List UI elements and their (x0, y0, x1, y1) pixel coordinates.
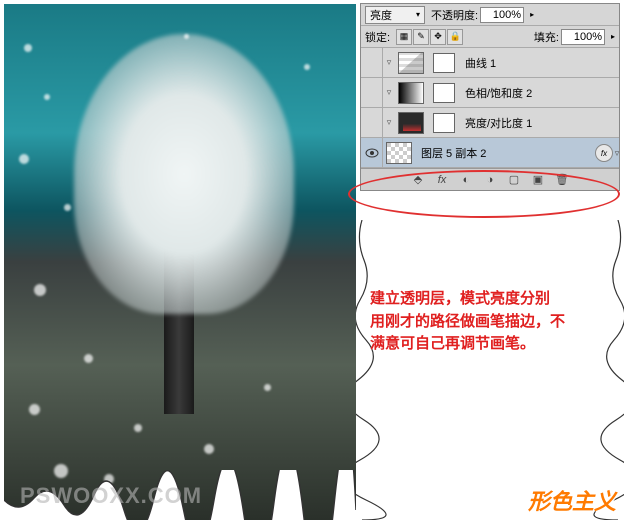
layers-footer: ⬘ fx ◐ ◑ ▢ ▣ 🗑 (361, 168, 619, 190)
layer-name[interactable]: 图层 5 副本 2 (415, 145, 619, 161)
blend-mode-value: 亮度 (370, 7, 392, 23)
layer-thumbnail[interactable] (386, 142, 412, 164)
layer-name[interactable]: 曲线 1 (459, 55, 619, 71)
layer-name[interactable]: 亮度/对比度 1 (459, 115, 619, 131)
mask-thumbnail[interactable] (433, 83, 455, 103)
layer-thumbnail[interactable] (398, 52, 424, 74)
instruction-text: 建立透明层，模式亮度分别 用刚才的路径做画笔描边，不 满意可自己再调节画笔。 (370, 288, 600, 356)
opacity-label: 不透明度: (431, 7, 478, 23)
visibility-toggle[interactable] (361, 78, 383, 107)
layer-thumbnail[interactable] (398, 112, 424, 134)
new-layer-icon[interactable]: ▣ (530, 172, 546, 188)
visibility-toggle[interactable] (361, 138, 383, 167)
mask-icon[interactable]: ◐ (458, 172, 474, 188)
layer-row-brightness[interactable]: ▿ 亮度/对比度 1 (361, 108, 619, 138)
fill-flyout-icon[interactable]: ▸ (611, 32, 615, 41)
mask-thumbnail[interactable] (433, 53, 455, 73)
link-layers-icon[interactable]: ⬘ (410, 172, 426, 188)
canvas-preview (4, 4, 356, 520)
watermark-url: PSWOOXX.COM (20, 483, 202, 509)
visibility-toggle[interactable] (361, 108, 383, 137)
watermark-logo: 形色主义 (528, 484, 616, 516)
layer-row-hue-sat[interactable]: ▿ 色相/饱和度 2 (361, 78, 619, 108)
lock-pixels-button[interactable]: ✎ (413, 29, 429, 45)
lock-transparency-button[interactable]: ▦ (396, 29, 412, 45)
edited-image (4, 4, 356, 520)
fx-disclosure-icon[interactable]: ▿ (611, 148, 623, 159)
fill-input[interactable]: 100% (561, 29, 605, 45)
lock-position-button[interactable]: ✥ (430, 29, 446, 45)
layer-name[interactable]: 色相/饱和度 2 (459, 85, 619, 101)
trash-icon[interactable]: 🗑 (554, 172, 570, 188)
visibility-toggle[interactable] (361, 48, 383, 77)
blend-mode-dropdown[interactable]: 亮度 ▾ (365, 6, 425, 24)
torn-edge-decoration (356, 220, 624, 520)
disclosure-icon[interactable]: ▿ (383, 87, 395, 98)
opacity-input[interactable]: 100% (480, 7, 524, 23)
lock-label: 锁定: (365, 29, 390, 45)
layers-panel: 亮度 ▾ 不透明度: 100% ▸ 锁定: ▦ ✎ ✥ 🔒 填充: 100% ▸… (360, 3, 620, 191)
disclosure-icon[interactable]: ▿ (383, 117, 395, 128)
lock-fill-row: 锁定: ▦ ✎ ✥ 🔒 填充: 100% ▸ (361, 26, 619, 48)
opacity-flyout-icon[interactable]: ▸ (530, 10, 534, 19)
lock-all-button[interactable]: 🔒 (447, 29, 463, 45)
chevron-down-icon: ▾ (416, 10, 420, 19)
blend-opacity-row: 亮度 ▾ 不透明度: 100% ▸ (361, 4, 619, 26)
group-icon[interactable]: ▢ (506, 172, 522, 188)
disclosure-icon[interactable]: ▿ (383, 57, 395, 68)
mask-thumbnail[interactable] (433, 113, 455, 133)
layer-thumbnail[interactable] (398, 82, 424, 104)
fill-label: 填充: (534, 29, 559, 45)
eye-icon (365, 148, 379, 158)
fx-icon[interactable]: fx (434, 172, 450, 188)
layers-list: ▿ 曲线 1 ▿ 色相/饱和度 2 ▿ 亮度/对比度 1 图层 5 副本 2 f… (361, 48, 619, 168)
layer-row-copy2[interactable]: 图层 5 副本 2 fx ▿ (361, 138, 619, 168)
layer-row-curves[interactable]: ▿ 曲线 1 (361, 48, 619, 78)
adjustment-icon[interactable]: ◑ (482, 172, 498, 188)
